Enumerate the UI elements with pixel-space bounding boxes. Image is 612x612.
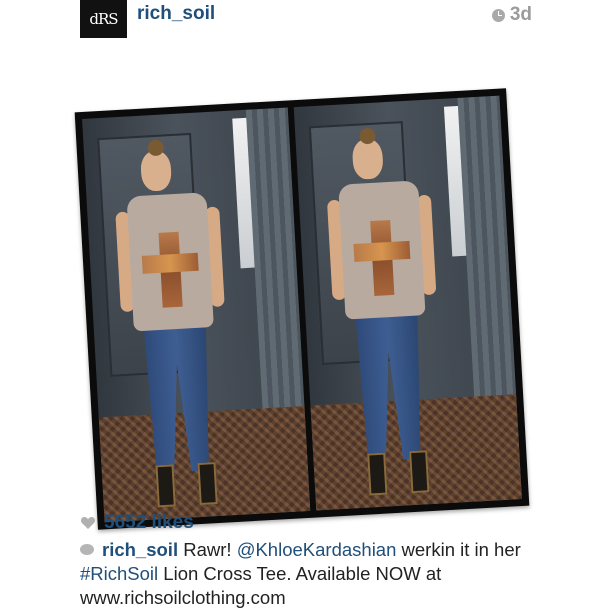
caption-username[interactable]: rich_soil [102, 539, 178, 560]
post-photo[interactable] [0, 40, 612, 530]
clock-icon [491, 8, 505, 22]
post-timestamp: 3d [491, 4, 532, 26]
photo-panel-right [293, 95, 522, 511]
profile-avatar[interactable]: dRS [80, 0, 127, 38]
heart-icon [80, 517, 96, 529]
photo-collage-frame [74, 88, 530, 530]
caption-text-2: werkin it in her [396, 539, 521, 560]
post-caption: rich_soil Rawr! @KhloeKardashian werkin … [80, 538, 540, 610]
post-time-label: 3d [509, 4, 532, 25]
photo-panel-left [82, 107, 311, 523]
avatar-logo-text: dRS [89, 10, 118, 28]
comment-icon [80, 544, 94, 555]
post-username[interactable]: rich_soil [137, 3, 215, 25]
caption-mention[interactable]: @KhloeKardashian [237, 539, 397, 560]
likes-row[interactable]: 5652 likes [80, 512, 194, 534]
caption-hashtag[interactable]: #RichSoil [80, 563, 158, 584]
likes-count: 5652 likes [104, 512, 194, 533]
caption-text-1: Rawr! [178, 539, 237, 560]
